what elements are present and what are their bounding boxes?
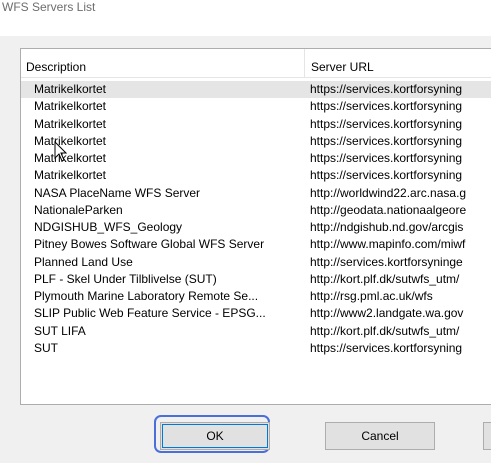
list-header: Description Server URL bbox=[21, 49, 491, 78]
cancel-button[interactable]: Cancel bbox=[325, 422, 435, 450]
table-row[interactable]: Pitney Bowes Software Global WFS Server h… bbox=[21, 236, 491, 253]
cancel-button-label: Cancel bbox=[361, 429, 399, 443]
row-description: Matrikelkortet bbox=[34, 116, 107, 131]
servers-list[interactable]: Description Server URL Matrikelkortet htt… bbox=[20, 48, 491, 405]
row-server-url: https://services.kortforsyning bbox=[310, 340, 463, 355]
row-server-url: http://worldwind22.arc.nasa.g bbox=[310, 185, 467, 200]
row-description: SLIP Public Web Feature Service - EPSG..… bbox=[34, 306, 266, 321]
table-row[interactable]: PLF - Skel Under Tilblivelse (SUT) http:/… bbox=[21, 271, 491, 288]
table-row[interactable]: Matrikelkortet https://services.kortforsy… bbox=[21, 133, 491, 150]
row-server-url: http://www2.landgate.wa.gov bbox=[310, 306, 464, 321]
row-description: Planned Land Use bbox=[34, 254, 133, 269]
list-rows: Matrikelkortet https://services.kortforsy… bbox=[21, 81, 491, 357]
row-description: Plymouth Marine Laboratory Remote Se... bbox=[34, 289, 259, 303]
table-row[interactable]: SUT LIFA http://kort.plf.dk/sutwfs_utm/ bbox=[21, 323, 491, 340]
row-server-url: http://www.mapinfo.com/miwf bbox=[310, 237, 466, 252]
row-server-url: https://services.kortforsyning bbox=[310, 116, 463, 131]
row-description: Matrikelkortet bbox=[34, 82, 107, 96]
partial-button[interactable] bbox=[483, 422, 491, 450]
row-description: NASA PlaceName WFS Server bbox=[34, 185, 201, 200]
row-description: SUT bbox=[34, 340, 58, 355]
row-server-url: https://services.kortforsyning bbox=[310, 82, 463, 96]
row-server-url: http://rsg.pml.ac.uk/wfs bbox=[310, 289, 433, 303]
table-row[interactable]: SLIP Public Web Feature Service - EPSG..… bbox=[21, 305, 491, 322]
row-description: Matrikelkortet bbox=[34, 133, 107, 148]
table-row[interactable]: Matrikelkortet https://services.kortforsy… bbox=[21, 116, 491, 133]
table-row[interactable]: NASA PlaceName WFS Server http://worldwin… bbox=[21, 185, 491, 202]
mouse-cursor-icon bbox=[54, 141, 68, 162]
column-header-description[interactable]: Description bbox=[21, 49, 305, 77]
table-row[interactable]: Matrikelkortet https://services.kortforsy… bbox=[21, 150, 491, 167]
row-server-url: http://kort.plf.dk/sutwfs_utm/ bbox=[310, 323, 460, 338]
row-server-url: http://geodata.nationaalgeore bbox=[310, 202, 467, 217]
ok-button[interactable]: OK bbox=[160, 422, 270, 450]
table-row[interactable]: NDGISHUB_WFS_Geology http://ndgishub.nd.g… bbox=[21, 219, 491, 236]
row-description: NationaleParken bbox=[34, 202, 123, 217]
table-row[interactable]: Plymouth Marine Laboratory Remote Se... h… bbox=[21, 288, 491, 305]
ok-button-focus bbox=[162, 424, 268, 448]
row-server-url: http://kort.plf.dk/sutwfs_utm/ bbox=[310, 271, 460, 286]
row-server-url: http://ndgishub.nd.gov/arcgis bbox=[310, 220, 464, 234]
row-description: Matrikelkortet bbox=[34, 168, 107, 183]
row-server-url: https://services.kortforsyning bbox=[310, 168, 463, 183]
row-server-url: http://services.kortforsyninge bbox=[310, 254, 463, 269]
row-description: Pitney Bowes Software Global WFS Server bbox=[34, 237, 265, 252]
table-row[interactable]: SUT https://services.kortforsyning bbox=[21, 340, 491, 357]
row-description: SUT LIFA bbox=[34, 323, 86, 338]
row-description: Matrikelkortet bbox=[34, 151, 107, 165]
row-description: NDGISHUB_WFS_Geology bbox=[34, 220, 183, 234]
table-row[interactable]: Matrikelkortet https://services.kortforsy… bbox=[21, 81, 491, 99]
row-description: PLF - Skel Under Tilblivelse (SUT) bbox=[34, 271, 217, 286]
table-row[interactable]: Matrikelkortet https://services.kortforsy… bbox=[21, 167, 491, 184]
table-row[interactable]: NationaleParken http://geodata.nationaalg… bbox=[21, 202, 491, 219]
wfs-servers-dialog: WFS Servers List Description Server URL … bbox=[0, 0, 491, 463]
table-row[interactable]: Planned Land Use http://services.kortfors… bbox=[21, 254, 491, 271]
row-server-url: https://services.kortforsyning bbox=[310, 133, 463, 148]
dialog-title: WFS Servers List bbox=[2, 0, 96, 14]
row-server-url: https://services.kortforsyning bbox=[310, 151, 463, 165]
table-row[interactable]: Matrikelkortet https://services.kortforsy… bbox=[21, 98, 491, 115]
row-server-url: https://services.kortforsyning bbox=[310, 99, 463, 114]
row-description: Matrikelkortet bbox=[34, 99, 107, 114]
column-header-server-url[interactable]: Server URL bbox=[306, 49, 491, 77]
